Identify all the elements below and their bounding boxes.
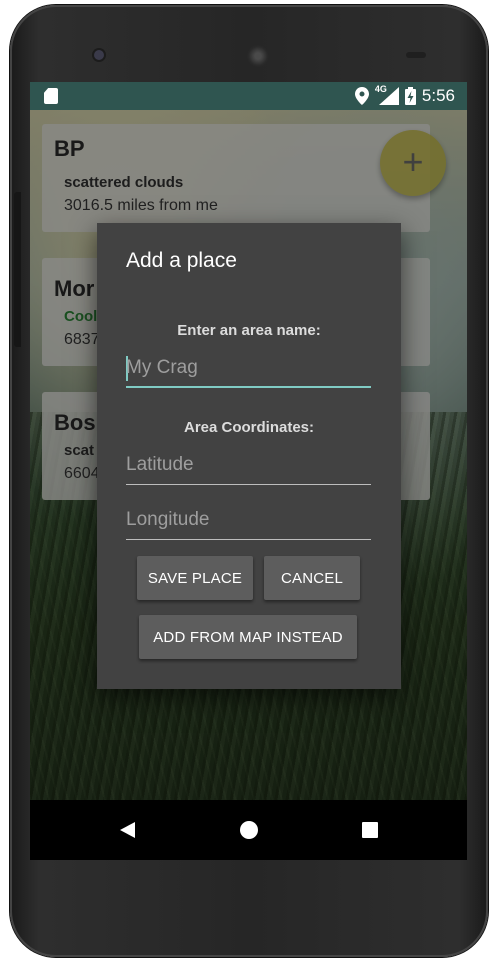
area-name-label: Enter an area name: bbox=[177, 322, 321, 339]
network-type: 4G bbox=[374, 84, 387, 94]
area-name-placeholder: My Crag bbox=[126, 357, 198, 378]
location-icon bbox=[354, 87, 369, 105]
battery-charging-icon bbox=[404, 87, 416, 105]
add-place-dialog: Add a place Enter an area name: My Crag … bbox=[97, 223, 401, 689]
latitude-input[interactable]: Latitude bbox=[126, 451, 371, 485]
clock: 5:56 bbox=[421, 86, 455, 105]
longitude-placeholder: Longitude bbox=[126, 509, 210, 530]
cancel-button[interactable]: CANCEL bbox=[264, 556, 360, 600]
recents-icon[interactable] bbox=[362, 822, 378, 838]
navigation-bar bbox=[30, 800, 467, 860]
save-place-button[interactable]: SAVE PLACE bbox=[137, 556, 253, 600]
area-name-input[interactable]: My Crag bbox=[126, 354, 371, 388]
home-icon[interactable] bbox=[240, 821, 258, 839]
status-bar: 4G 5:56 bbox=[30, 82, 467, 110]
latitude-placeholder: Latitude bbox=[126, 454, 194, 475]
input-underline bbox=[126, 484, 371, 485]
add-from-map-button[interactable]: ADD FROM MAP INSTEAD bbox=[139, 615, 357, 659]
proximity-sensor bbox=[406, 52, 426, 58]
back-icon[interactable] bbox=[120, 822, 135, 838]
earpiece-speaker bbox=[247, 45, 269, 67]
signal-icon: 4G bbox=[374, 84, 399, 105]
front-camera bbox=[94, 50, 104, 60]
coordinates-label: Area Coordinates: bbox=[183, 419, 315, 436]
screen: BP scattered clouds 3016.5 miles from me… bbox=[30, 82, 467, 860]
side-button bbox=[14, 192, 21, 347]
dialog-title: Add a place bbox=[126, 249, 237, 272]
input-underline bbox=[126, 539, 371, 540]
input-underline bbox=[126, 386, 371, 388]
longitude-input[interactable]: Longitude bbox=[126, 506, 371, 540]
sd-card-icon bbox=[44, 88, 58, 104]
